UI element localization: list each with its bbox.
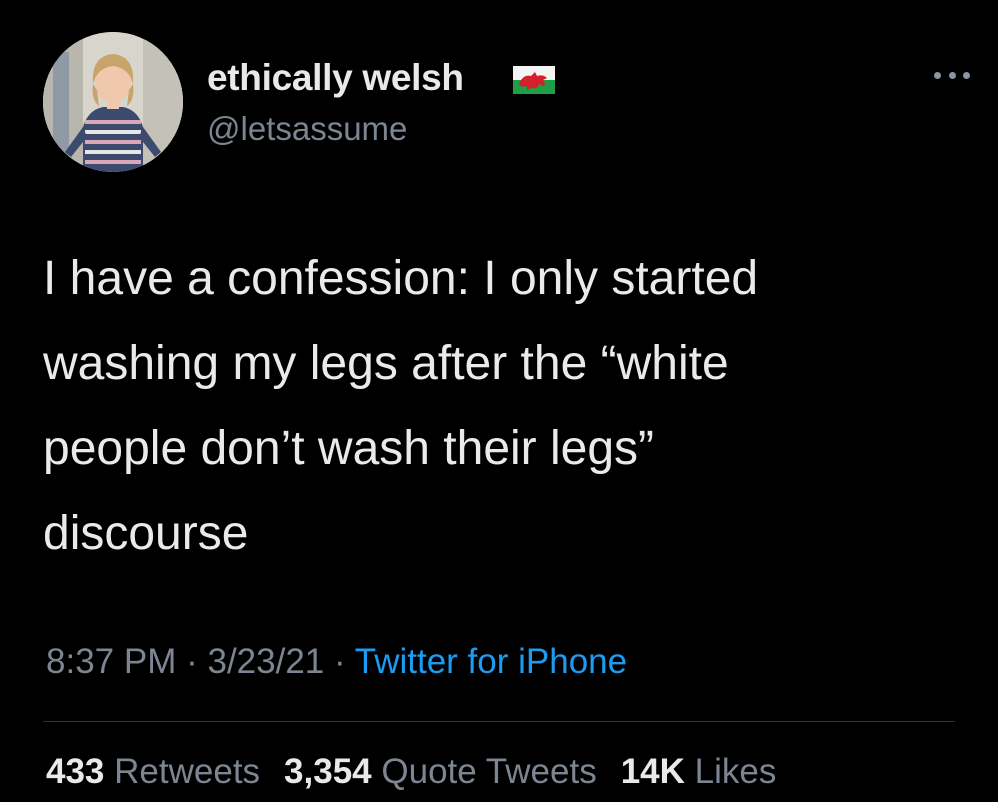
avatar[interactable] xyxy=(43,32,183,172)
likes-stat[interactable]: 14K Likes xyxy=(621,752,777,791)
tweet-screenshot: ethically welsh @letsassume I have a con… xyxy=(0,0,998,802)
more-options-icon[interactable] xyxy=(934,68,970,82)
tweet-date[interactable]: 3/23/21 xyxy=(207,642,324,681)
quote-tweets-label: Quote Tweets xyxy=(381,752,597,791)
meta-separator: · xyxy=(186,642,198,681)
retweets-stat[interactable]: 433 Retweets xyxy=(46,752,260,791)
tweet-source-link[interactable]: Twitter for iPhone xyxy=(355,642,627,681)
tweet-line: discourse xyxy=(43,507,249,560)
avatar-photo xyxy=(43,32,183,172)
meta-separator: · xyxy=(334,642,346,681)
retweets-label: Retweets xyxy=(114,752,261,791)
display-name[interactable]: ethically welsh xyxy=(207,57,464,99)
tweet-stats: 433 Retweets 3,354 Quote Tweets 14K Likes xyxy=(46,752,776,792)
divider xyxy=(43,721,955,722)
dot xyxy=(934,71,941,79)
wales-flag-icon xyxy=(513,66,555,94)
quote-tweets-stat[interactable]: 3,354 Quote Tweets xyxy=(284,752,597,791)
tweet-meta: 8:37 PM · 3/23/21 · Twitter for iPhone xyxy=(46,642,627,682)
likes-label: Likes xyxy=(694,752,777,791)
retweets-count: 433 xyxy=(46,752,105,791)
tweet-line: people don’t wash their legs” xyxy=(43,422,655,475)
likes-count: 14K xyxy=(620,752,685,791)
tweet-line: washing my legs after the “white xyxy=(43,337,729,390)
dot xyxy=(948,71,956,79)
dot xyxy=(963,71,970,79)
user-handle[interactable]: @letsassume xyxy=(207,110,407,148)
tweet-text: I have a confession: I only started wash… xyxy=(43,236,943,576)
tweet-line: I have a confession: I only started xyxy=(43,252,759,305)
tweet-time[interactable]: 8:37 PM xyxy=(46,642,176,681)
quote-tweets-count: 3,354 xyxy=(284,752,372,791)
